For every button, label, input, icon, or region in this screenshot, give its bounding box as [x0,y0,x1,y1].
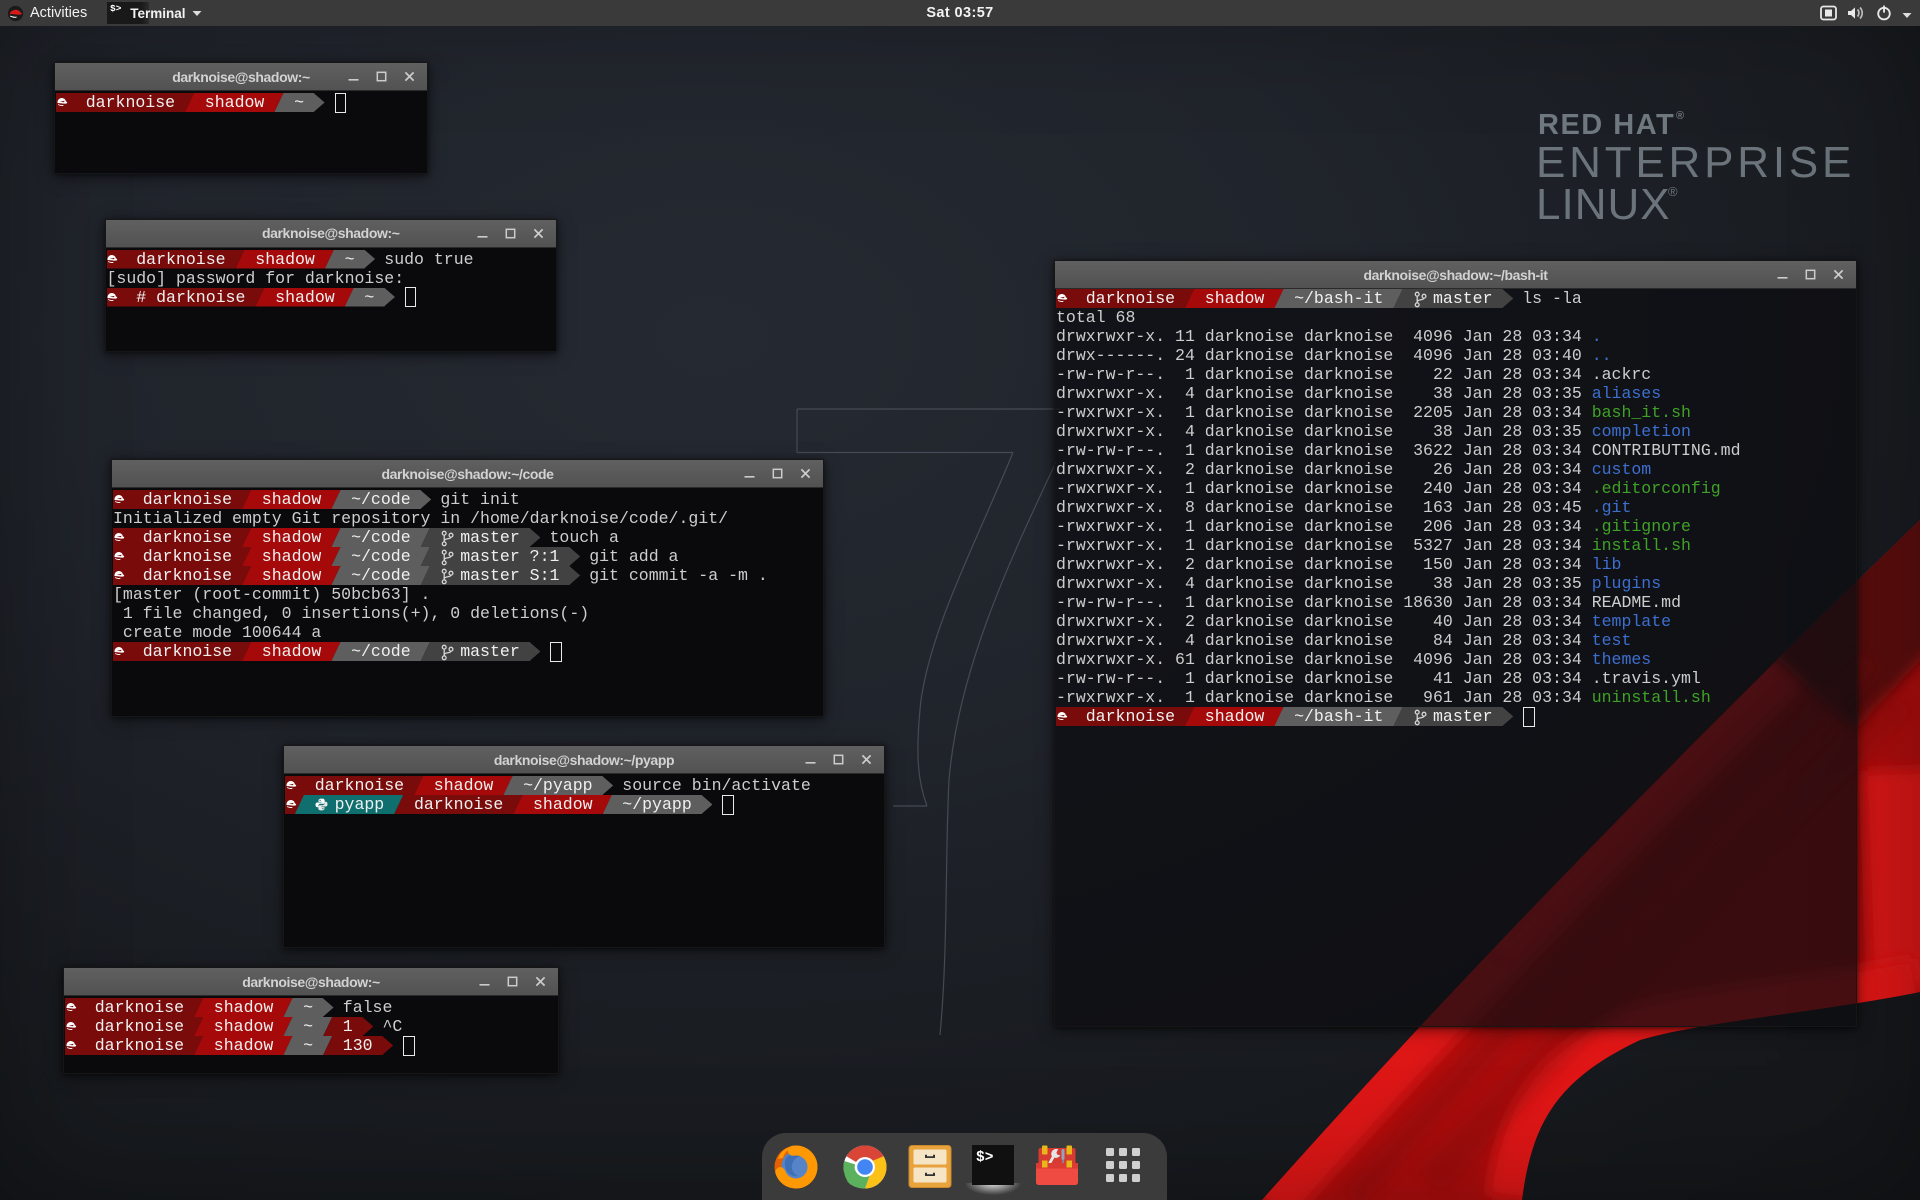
svg-text:®: ® [1676,110,1684,122]
svg-text:ENTERPRISE: ENTERPRISE [1536,138,1855,187]
svg-text:$>: $> [976,1150,993,1166]
svg-text:®: ® [1668,184,1678,199]
svg-text:LINUX: LINUX [1536,180,1671,229]
svg-text:RED HAT: RED HAT [1538,109,1675,141]
